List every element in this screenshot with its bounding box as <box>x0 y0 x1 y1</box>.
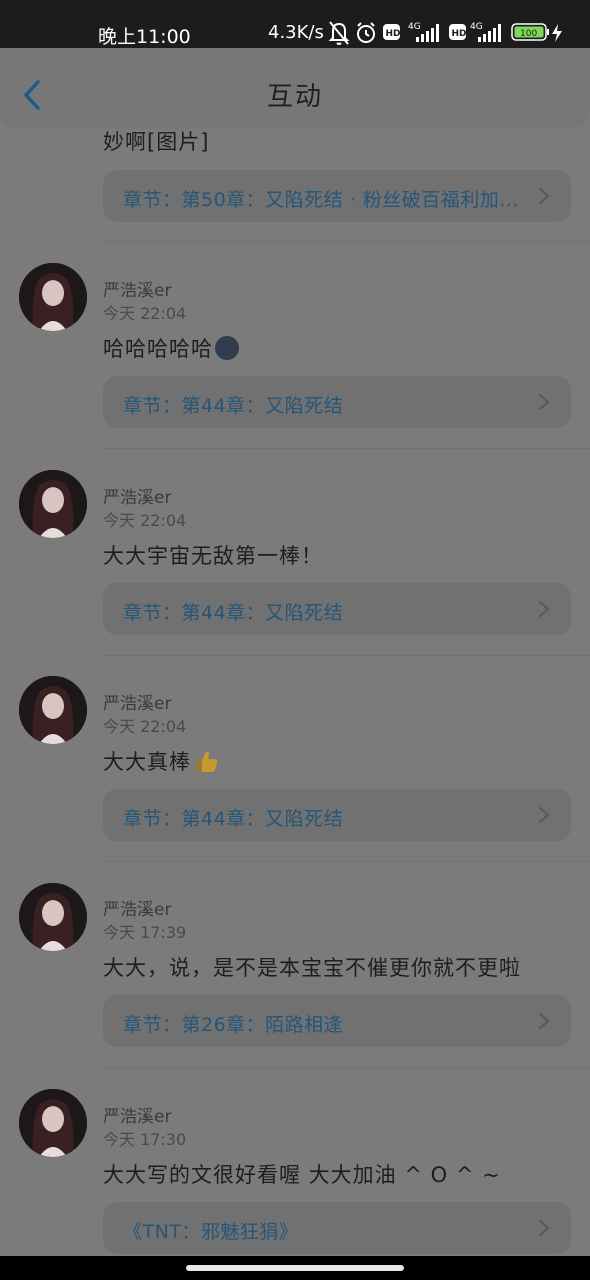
status-icons: HD 4G HD 4G 100 <box>328 21 562 45</box>
hd-icon: HD <box>449 24 467 40</box>
avatar-image <box>19 676 87 744</box>
chapter-link[interactable]: 章节：第50章：又陷死结 · 粉丝破百福利加... <box>103 170 571 222</box>
chevron-right-icon <box>538 600 550 618</box>
avatar-image <box>19 883 87 951</box>
divider <box>103 1067 590 1068</box>
battery-icon: 100 <box>511 23 549 41</box>
chapter-link-label: 章节：第26章：陌路相逢 <box>123 1014 344 1036</box>
avatar[interactable] <box>19 470 87 538</box>
thumbs-up-emoji <box>196 751 218 772</box>
post-time: 今天 17:30 <box>103 1130 187 1149</box>
svg-text:4G: 4G <box>408 22 421 32</box>
charging-icon <box>552 24 562 42</box>
chevron-right-icon <box>538 806 550 824</box>
avatar[interactable] <box>19 263 87 331</box>
screen: 晚上11:00 4.3K/s HD 4G HD 4G 100 互动 妙啊[图片]… <box>0 0 590 1280</box>
post-time: 今天 22:04 <box>103 304 187 323</box>
svg-text:HD: HD <box>386 29 401 39</box>
chapter-link[interactable]: 《TNT：邪魅狂狷》 <box>103 1202 571 1254</box>
user-name[interactable]: 严浩溪er <box>103 1102 171 1127</box>
avatar-image <box>19 1089 87 1157</box>
battery-level: 100 <box>520 29 537 39</box>
user-name[interactable]: 严浩溪er <box>103 276 171 301</box>
svg-text:HD: HD <box>452 29 467 39</box>
chevron-right-icon <box>538 187 550 205</box>
page-title: 互动 <box>266 82 323 112</box>
comment-text: 妙啊[图片] <box>103 130 210 154</box>
post-time: 今天 17:39 <box>103 923 187 942</box>
divider <box>103 448 590 449</box>
comment-text: 大大宇宙无敌第一棒！ <box>103 544 323 568</box>
avatar-image <box>19 263 87 331</box>
status-bar: 晚上11:00 4.3K/s HD 4G HD 4G 100 <box>0 0 590 48</box>
signal-4g-icon: 4G <box>408 22 439 42</box>
avatar[interactable] <box>19 676 87 744</box>
alarm-icon <box>357 22 375 43</box>
avatar[interactable] <box>19 1089 87 1157</box>
chapter-link-label: 章节：第44章：又陷死结 <box>123 602 344 624</box>
divider <box>103 655 590 656</box>
signal-4g-icon: 4G <box>470 22 501 42</box>
user-name[interactable]: 严浩溪er <box>103 895 171 920</box>
bell-muted-icon <box>328 21 350 45</box>
chapter-link-label: 章节：第50章：又陷死结 · 粉丝破百福利加... <box>123 189 519 211</box>
comment-text: 大大真棒 <box>103 746 219 776</box>
chapter-link-label: 章节：第44章：又陷死结 <box>123 808 344 830</box>
header: 互动 <box>0 48 590 126</box>
divider <box>103 861 590 862</box>
chapter-link[interactable]: 章节：第44章：又陷死结 <box>103 789 571 841</box>
chapter-link[interactable]: 章节：第44章：又陷死结 <box>103 583 571 635</box>
moon-face-emoji <box>215 336 239 360</box>
hd-icon: HD <box>383 24 401 40</box>
avatar-image <box>19 470 87 538</box>
user-name[interactable]: 严浩溪er <box>103 483 171 508</box>
comment-text-content: 大大真棒 <box>103 750 191 774</box>
home-indicator[interactable] <box>186 1265 404 1271</box>
user-name[interactable]: 严浩溪er <box>103 689 171 714</box>
comment-text-content: 哈哈哈哈哈 <box>103 337 213 361</box>
network-speed: 4.3K/s <box>268 22 324 43</box>
comment-text: 大大，说，是不是本宝宝不催更你就不更啦 <box>103 956 521 980</box>
comment-text: 哈哈哈哈哈 <box>103 333 239 363</box>
chevron-right-icon <box>538 393 550 411</box>
post-time: 今天 22:04 <box>103 511 187 530</box>
chapter-link[interactable]: 章节：第44章：又陷死结 <box>103 376 571 428</box>
chevron-right-icon <box>538 1219 550 1237</box>
chevron-right-icon <box>538 1012 550 1030</box>
chapter-link-label: 章节：第44章：又陷死结 <box>123 395 344 417</box>
avatar[interactable] <box>19 883 87 951</box>
divider <box>103 241 590 242</box>
status-time: 晚上11:00 <box>98 26 191 48</box>
navigation-bar <box>0 1256 590 1280</box>
comment-text: 大大写的文很好看喔 大大加油 ^ O ^ ~ <box>103 1163 501 1187</box>
chapter-link[interactable]: 章节：第26章：陌路相逢 <box>103 995 571 1047</box>
chapter-link-label: 《TNT：邪魅狂狷》 <box>123 1221 299 1243</box>
post-time: 今天 22:04 <box>103 717 187 736</box>
svg-text:4G: 4G <box>470 22 483 32</box>
